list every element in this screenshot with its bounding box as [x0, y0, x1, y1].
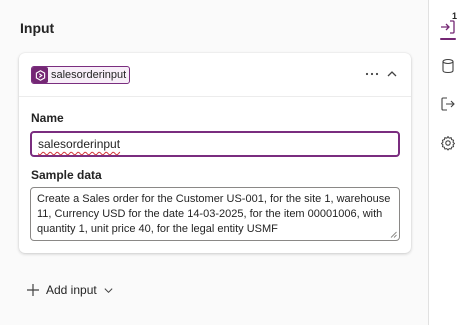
rail-item-knowledge[interactable] — [437, 55, 459, 77]
sample-data-text: Create a Sales order for the Customer US… — [37, 193, 391, 235]
sign-out-icon — [441, 97, 455, 111]
sample-data-textarea[interactable]: Create a Sales order for the Customer US… — [30, 187, 400, 241]
panel-title: Input — [20, 20, 55, 36]
name-input[interactable]: salesorderinput — [30, 131, 400, 157]
input-panel: Input salesorderinput Name salesorderinp… — [0, 0, 428, 325]
add-input-label: Add input — [46, 283, 97, 297]
rail-item-settings[interactable] — [437, 132, 459, 154]
more-options-button[interactable] — [363, 65, 381, 83]
chevron-up-icon — [387, 71, 397, 77]
chevron-down-icon — [104, 287, 113, 293]
right-rail: 1 — [428, 0, 466, 325]
input-chip[interactable]: salesorderinput — [31, 66, 131, 84]
input-chip-label: salesorderinput — [51, 69, 127, 81]
database-icon — [442, 58, 454, 74]
add-input-button[interactable]: Add input — [26, 281, 114, 299]
prompt-input-icon — [32, 67, 48, 83]
resize-handle-icon[interactable] — [390, 231, 397, 238]
inputs-count-badge: 1 — [452, 11, 458, 21]
rail-item-outputs[interactable] — [437, 93, 459, 115]
input-card: salesorderinput Name salesorderinput Sam… — [19, 53, 411, 253]
rail-item-inputs[interactable]: 1 — [437, 11, 459, 40]
sample-data-label: Sample data — [31, 168, 102, 182]
active-indicator — [440, 38, 456, 40]
more-horizontal-icon — [365, 72, 379, 76]
collapse-button[interactable] — [383, 65, 401, 83]
gear-icon — [441, 136, 455, 151]
name-label: Name — [31, 111, 64, 125]
plus-icon — [27, 284, 39, 296]
input-card-header: salesorderinput — [19, 53, 411, 97]
